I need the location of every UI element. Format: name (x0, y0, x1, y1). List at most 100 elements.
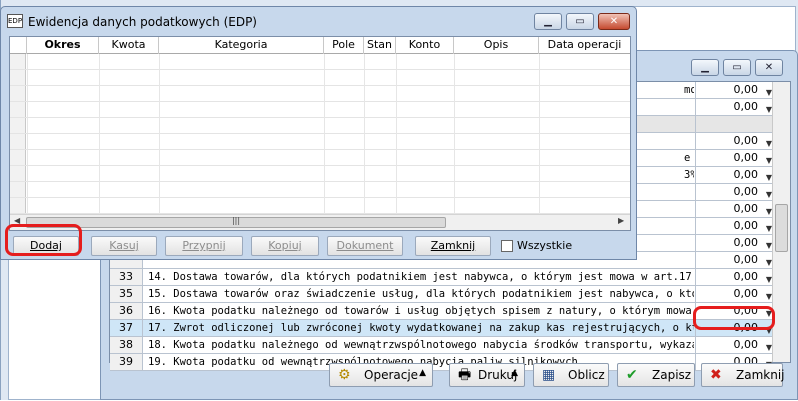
edp-column-divider (27, 54, 28, 214)
row-value-cell[interactable]: 0,00▼ (695, 150, 772, 166)
vertical-scrollbar-thumb[interactable] (775, 204, 788, 252)
row-value-cell[interactable]: 0,00▼ (695, 337, 772, 353)
edp-grid-row[interactable] (10, 54, 630, 70)
maximize-icon: ▭ (732, 62, 742, 73)
edp-grid-row[interactable] (10, 134, 630, 150)
row-value: 0,00 (733, 287, 759, 300)
przypnij-button[interactable]: Przypnij (165, 236, 243, 256)
declaration-row[interactable]: 37 17. Zwrot odliczonej lub zwróconej kwo… (110, 320, 772, 337)
printer-icon: 🖶 (458, 367, 472, 383)
column-header-okres[interactable]: Okres (27, 37, 99, 54)
edp-row-header[interactable] (10, 150, 26, 165)
row-number: 37 (110, 320, 143, 336)
edp-grid-row[interactable] (10, 70, 630, 86)
kopiuj-label: Kopiuj (268, 239, 302, 252)
edp-row-header[interactable] (10, 70, 26, 85)
edp-grid-body[interactable] (10, 54, 630, 214)
row-value-cell[interactable]: 0,00▼ (695, 235, 772, 251)
edp-close-button[interactable]: ✕ (598, 13, 630, 30)
zapisz-button[interactable]: ✔ Zapisz (617, 363, 695, 387)
row-number: 35 (110, 286, 143, 302)
scroll-right-icon[interactable]: ▶ (618, 216, 624, 225)
edp-maximize-button[interactable]: ▭ (566, 13, 594, 30)
edp-grid-row[interactable] (10, 150, 630, 166)
close-icon: ✕ (764, 62, 774, 73)
declaration-row[interactable]: 35 15. Dostawa towarów oraz świadczenie u… (110, 286, 772, 303)
operacje-label: Operacje (364, 368, 419, 382)
row-value-cell[interactable] (695, 116, 772, 132)
edp-minimize-button[interactable]: ▁ (534, 13, 562, 30)
edp-row-header[interactable] (10, 86, 26, 101)
edp-row-header[interactable] (10, 166, 26, 181)
edp-grid-row[interactable] (10, 198, 630, 214)
row-value-cell[interactable]: 0,00▼ (695, 252, 772, 268)
drukuj-button[interactable]: 🖶 Drukuj ▲ (449, 363, 525, 387)
row-value-cell[interactable]: 0,00▼ (695, 286, 772, 302)
row-value-cell[interactable]: 0,00▼ (695, 269, 772, 285)
edp-grid-header: Okres Kwota Kategoria Pole Stan Konto Op… (10, 37, 630, 54)
edp-row-header[interactable] (10, 182, 26, 197)
column-header-stan[interactable]: Stan (364, 37, 396, 54)
oblicz-button[interactable]: ▦ Oblicz (533, 363, 609, 387)
edp-column-divider (99, 54, 100, 214)
close-button[interactable]: ✕ (755, 59, 783, 76)
operacje-button[interactable]: ⚙ Operacje ▲ (329, 363, 433, 387)
row-description: 16. Kwota podatku należnego od towarów i… (148, 305, 694, 317)
przypnij-label: Przypnij (182, 239, 226, 252)
dodaj-button[interactable]: Dodaj (13, 236, 79, 256)
row-value-cell[interactable]: 0,00▼ (695, 133, 772, 149)
column-header-kwota[interactable]: Kwota (99, 37, 159, 54)
edp-row-header[interactable] (10, 102, 26, 117)
declaration-row[interactable]: 38 18. Kwota podatku należnego od wewnątr… (110, 337, 772, 354)
row-value: 0,00 (733, 253, 759, 266)
scroll-left-icon[interactable]: ◀ (14, 216, 20, 225)
row-header-corner (10, 37, 27, 54)
column-header-kategoria[interactable]: Kategoria (159, 37, 324, 54)
row-value-cell[interactable]: 0,00▼ (695, 167, 772, 183)
zapisz-label: Zapisz (652, 368, 692, 382)
row-value-cell[interactable]: 0,00▼ (695, 184, 772, 200)
minimize-icon: ▁ (701, 62, 709, 73)
minimize-button[interactable]: ▁ (691, 59, 719, 76)
declaration-row[interactable]: 36 16. Kwota podatku należnego od towarów… (110, 303, 772, 320)
edp-grid-row[interactable] (10, 102, 630, 118)
column-header-pole[interactable]: Pole (324, 37, 364, 54)
row-value: 0,00 (733, 270, 759, 283)
row-value-cell[interactable]: 0,00▼ (695, 82, 772, 98)
column-header-opis[interactable]: Opis (454, 37, 539, 54)
vertical-scrollbar[interactable] (772, 82, 790, 362)
row-value: 0,00 (733, 202, 759, 215)
edp-row-header[interactable] (10, 134, 26, 149)
edp-row-header[interactable] (10, 118, 26, 133)
maximize-button[interactable]: ▭ (723, 59, 751, 76)
row-value: 0,00 (733, 134, 759, 147)
edp-grid-row[interactable] (10, 86, 630, 102)
wszystkie-checkbox[interactable] (501, 240, 513, 252)
declaration-row[interactable]: 33 14. Dostawa towarów, dla których podat… (110, 269, 772, 286)
zamknij-button[interactable]: Zamknij (415, 236, 491, 256)
edp-title: Ewidencja danych podatkowych (EDP) (28, 15, 257, 29)
dokument-button[interactable]: Dokument (327, 236, 403, 256)
kopiuj-button[interactable]: Kopiuj (251, 236, 319, 256)
edp-horizontal-scrollbar-thumb[interactable]: ||| (26, 216, 446, 228)
row-description: 15. Dostawa towarów oraz świadczenie usł… (148, 288, 694, 300)
zamknij-main-button[interactable]: ✖ Zamknij (701, 363, 785, 387)
edp-grid-row[interactable] (10, 166, 630, 182)
row-value-cell[interactable]: 0,00▼ (695, 320, 772, 336)
edp-grid-row[interactable] (10, 182, 630, 198)
column-header-konto[interactable]: Konto (396, 37, 454, 54)
edp-horizontal-scrollbar[interactable]: ◀ ||| ▶ (10, 214, 630, 230)
checkmark-icon: ✔ (626, 367, 638, 383)
row-value-cell[interactable]: 0,00▼ (695, 303, 772, 319)
edp-row-header[interactable] (10, 54, 26, 69)
wszystkie-label-text: Wszystkie (517, 239, 573, 252)
dropdown-arrow-icon: ▲ (419, 368, 426, 378)
row-value-cell[interactable]: 0,00▼ (695, 218, 772, 234)
row-number: 33 (110, 269, 143, 285)
edp-grid-row[interactable] (10, 118, 630, 134)
kasuj-button[interactable]: Kasuj (91, 236, 157, 256)
row-value-cell[interactable]: 0,00▼ (695, 99, 772, 115)
column-header-data-operacji[interactable]: Data operacji (539, 37, 630, 54)
row-value-cell[interactable]: 0,00▼ (695, 201, 772, 217)
edp-row-header[interactable] (10, 198, 26, 213)
